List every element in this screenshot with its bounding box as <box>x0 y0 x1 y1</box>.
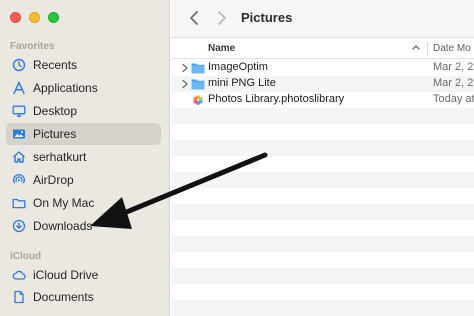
empty-row <box>171 220 474 236</box>
sidebar-item-icloud-drive[interactable]: iCloud Drive <box>6 264 161 286</box>
empty-row <box>171 284 474 300</box>
sidebar-item-label: Documents <box>33 290 94 304</box>
pictures-icon <box>12 127 26 141</box>
sidebar-item-recents[interactable]: Recents <box>6 54 161 76</box>
sidebar-item-downloads[interactable]: Downloads <box>6 215 161 237</box>
sidebar-item-desktop[interactable]: Desktop <box>6 100 161 122</box>
file-date: Today at <box>433 93 474 105</box>
column-header: Name Date Mo <box>171 38 474 59</box>
document-icon <box>12 290 26 304</box>
folder-icon <box>12 196 26 210</box>
sidebar-item-pictures[interactable]: Pictures <box>6 123 161 145</box>
disclosure-triangle-icon[interactable] <box>181 63 189 73</box>
empty-row <box>171 188 474 204</box>
empty-row <box>171 204 474 220</box>
column-date-header[interactable]: Date Mo <box>433 43 471 54</box>
window-title: Pictures <box>241 10 293 25</box>
sidebar-item-label: Recents <box>33 58 78 72</box>
empty-row <box>171 108 474 124</box>
file-name: Photos Library.photoslibrary <box>208 93 345 105</box>
sidebar-item-applications[interactable]: Applications <box>6 77 161 99</box>
home-icon <box>12 150 26 164</box>
toolbar: Pictures <box>171 0 474 38</box>
folder-icon <box>191 63 205 74</box>
empty-row <box>171 140 474 156</box>
sidebar-item-on-my-mac[interactable]: On My Mac <box>6 192 161 214</box>
sidebar-item-documents[interactable]: Documents <box>6 286 161 308</box>
file-name: mini PNG Lite <box>208 77 276 89</box>
folder-icon <box>191 79 205 90</box>
empty-row <box>171 268 474 284</box>
file-list: ImageOptim Mar 2, 2 mini PNG Lite Mar 2,… <box>171 60 474 316</box>
sidebar-item-label: On My Mac <box>33 196 95 210</box>
sidebar-item-label: Downloads <box>33 219 93 233</box>
chevron-right-icon <box>218 11 226 25</box>
downloads-icon <box>12 219 26 233</box>
window-controls <box>10 12 59 23</box>
file-name: ImageOptim <box>208 61 268 73</box>
file-date: Mar 2, 2 <box>433 77 474 89</box>
sidebar-item-label: Applications <box>33 81 98 95</box>
chevron-up-icon[interactable] <box>411 42 421 52</box>
sidebar-item-home[interactable]: serhatkurt <box>6 146 161 168</box>
sidebar-item-airdrop[interactable]: AirDrop <box>6 169 161 191</box>
back-button[interactable] <box>185 8 203 28</box>
file-row-imageoptim[interactable]: ImageOptim Mar 2, 2 <box>171 60 474 76</box>
desktop-icon <box>12 104 26 118</box>
sidebar-section-icloud: iCloud <box>10 251 42 262</box>
empty-row <box>171 156 474 172</box>
empty-row <box>171 172 474 188</box>
sidebar-item-label: iCloud Drive <box>33 268 99 282</box>
empty-row <box>171 124 474 140</box>
column-name-header[interactable]: Name <box>208 43 235 54</box>
close-button[interactable] <box>10 12 21 23</box>
chevron-left-icon <box>190 11 198 25</box>
empty-row <box>171 236 474 252</box>
empty-row <box>171 252 474 268</box>
file-row-mini-png-lite[interactable]: mini PNG Lite Mar 2, 2 <box>171 76 474 92</box>
photos-library-icon <box>193 95 203 105</box>
sidebar-item-label: serhatkurt <box>33 150 87 164</box>
sidebar-item-label: Pictures <box>33 127 77 141</box>
sidebar-section-favorites: Favorites <box>10 41 55 52</box>
main-pane: Pictures Name Date Mo ImageOptim Mar 2, … <box>171 0 474 316</box>
airdrop-icon <box>12 173 26 187</box>
file-date: Mar 2, 2 <box>433 61 474 73</box>
icloud-icon <box>12 268 26 282</box>
clock-icon <box>12 58 26 72</box>
minimize-button[interactable] <box>29 12 40 23</box>
applications-icon <box>12 81 26 95</box>
sidebar-item-label: Desktop <box>33 104 78 118</box>
column-divider[interactable] <box>427 42 428 55</box>
disclosure-triangle-icon[interactable] <box>181 79 189 89</box>
zoom-button[interactable] <box>48 12 59 23</box>
finder-window: Favorites Recents Applications Desktop P… <box>0 0 474 316</box>
forward-button[interactable] <box>213 8 231 28</box>
sidebar: Favorites Recents Applications Desktop P… <box>0 0 170 316</box>
file-row-photos-library[interactable]: Photos Library.photoslibrary Today at <box>171 92 474 108</box>
sidebar-item-label: AirDrop <box>33 173 74 187</box>
empty-row <box>171 300 474 316</box>
